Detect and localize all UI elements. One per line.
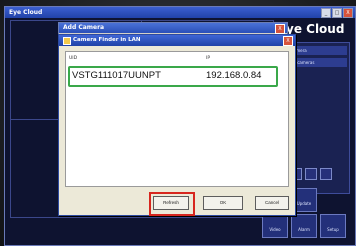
bottom-buttons-row-2: Video Alarm Setup [262, 214, 346, 238]
add-camera-close-button[interactable]: X [275, 24, 285, 34]
camera-ip-cell: 192.168.0.84 [206, 70, 262, 81]
close-button[interactable]: X [343, 8, 353, 18]
camera-row[interactable]: VSTG111017UUNPT 192.168.0.84 [68, 66, 278, 87]
video-button[interactable]: Video [262, 214, 288, 238]
add-camera-title: Add Camera [63, 24, 105, 31]
main-title-bar: Eye Cloud [5, 7, 355, 18]
camera-finder-close-button[interactable]: X [283, 36, 293, 46]
panel-item-all-cameras[interactable]: All cameras [289, 58, 347, 67]
grid-4-icon[interactable] [305, 168, 317, 180]
cancel-button[interactable]: Cancel [255, 196, 289, 210]
camera-finder-title: Camera Finder in LAN [73, 37, 141, 43]
grid-9-icon[interactable] [320, 168, 332, 180]
maximize-button[interactable]: □ [332, 8, 342, 18]
add-camera-title-bar: Add Camera [59, 23, 287, 33]
camera-finder-dialog: Camera Finder in LAN X UID IP VSTG111017… [58, 34, 296, 216]
minimize-button[interactable]: _ [321, 8, 331, 18]
alarm-button[interactable]: Alarm [291, 214, 317, 238]
camera-list[interactable]: UID IP VSTG111017UUNPT 192.168.0.84 [65, 51, 289, 187]
panel-item-camera[interactable]: Camera [289, 46, 347, 55]
camera-uid-cell: VSTG111017UUNPT [72, 70, 161, 81]
camera-list-header: UID IP [66, 52, 288, 64]
column-header-uid[interactable]: UID [69, 56, 77, 61]
column-header-ip[interactable]: IP [206, 56, 210, 61]
main-window-title: Eye Cloud [9, 9, 43, 16]
setup-button[interactable]: Setup [320, 214, 346, 238]
camera-finder-title-bar: Camera Finder in LAN [59, 35, 295, 46]
main-window-controls: _ □ X [321, 8, 353, 18]
refresh-button[interactable]: Refresh [153, 196, 189, 210]
panel-icon-row [290, 168, 332, 180]
camera-finder-app-icon [63, 37, 71, 45]
ok-button[interactable]: OK [203, 196, 243, 210]
